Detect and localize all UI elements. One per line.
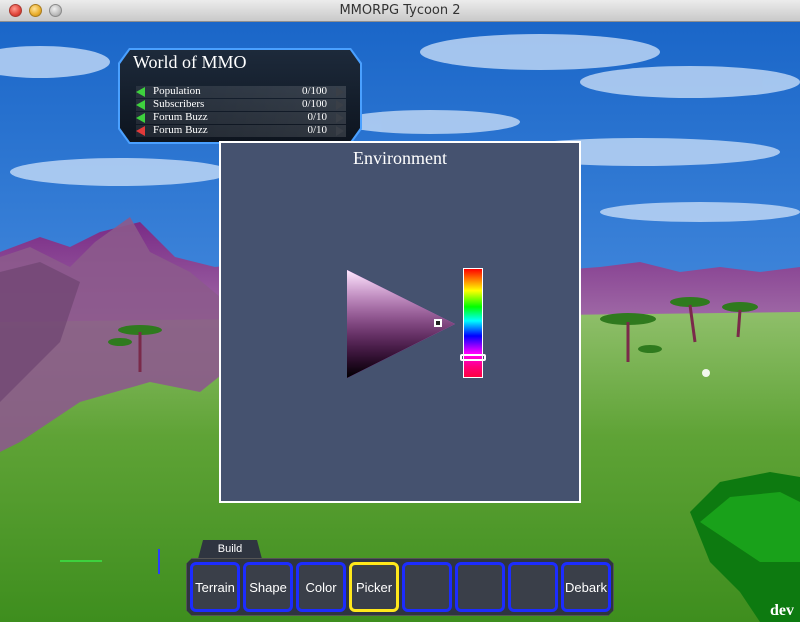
stat-tail-icon (336, 87, 344, 97)
hud-indicator-line (158, 549, 160, 574)
hud-indicator-line (60, 560, 102, 562)
shape-button[interactable]: Shape (243, 562, 293, 612)
picker-button[interactable]: Picker (349, 562, 399, 612)
stat-row-population: Population 0/100 (136, 85, 346, 98)
hue-slider-handle[interactable] (460, 353, 486, 361)
stat-row-forum-buzz: Forum Buzz 0/10 (136, 111, 346, 124)
stat-row-subscribers: Subscribers 0/100 (136, 98, 346, 111)
tab-build[interactable]: Build (198, 540, 262, 559)
empty-slot-button[interactable] (402, 562, 452, 612)
stat-tail-icon (336, 113, 344, 123)
stat-value: 0/10 (307, 111, 327, 123)
empty-slot-button[interactable] (455, 562, 505, 612)
stat-label: Forum Buzz (153, 124, 208, 136)
stat-tail-icon (336, 126, 344, 136)
stat-value: 0/10 (307, 124, 327, 136)
terrain-button[interactable]: Terrain (190, 562, 240, 612)
stat-label: Subscribers (153, 98, 205, 110)
window-title: MMORPG Tycoon 2 (339, 3, 461, 18)
hue-slider[interactable] (460, 268, 486, 378)
build-mode-label: dev (770, 602, 794, 619)
environment-title: Environment (353, 148, 447, 168)
stat-value: 0/100 (301, 85, 327, 97)
trend-up-arrow-icon (136, 100, 145, 110)
stat-tail-icon (336, 100, 344, 110)
stat-label: Population (153, 85, 201, 97)
empty-slot-button[interactable] (508, 562, 558, 612)
environment-dialog: Environment (219, 141, 581, 503)
stat-label: Forum Buzz (153, 111, 208, 123)
color-button[interactable]: Color (296, 562, 346, 612)
trend-up-arrow-icon (136, 87, 145, 97)
stat-row-forum-buzz-2: Forum Buzz 0/10 (136, 124, 346, 137)
trend-down-arrow-icon (136, 126, 145, 136)
debark-button[interactable]: Debark (561, 562, 611, 612)
window-titlebar: MMORPG Tycoon 2 (0, 0, 800, 22)
trend-up-arrow-icon (136, 113, 145, 123)
world-title: World of MMO (133, 52, 247, 72)
saturation-value-handle[interactable] (434, 319, 442, 327)
stat-value: 0/100 (301, 98, 327, 110)
